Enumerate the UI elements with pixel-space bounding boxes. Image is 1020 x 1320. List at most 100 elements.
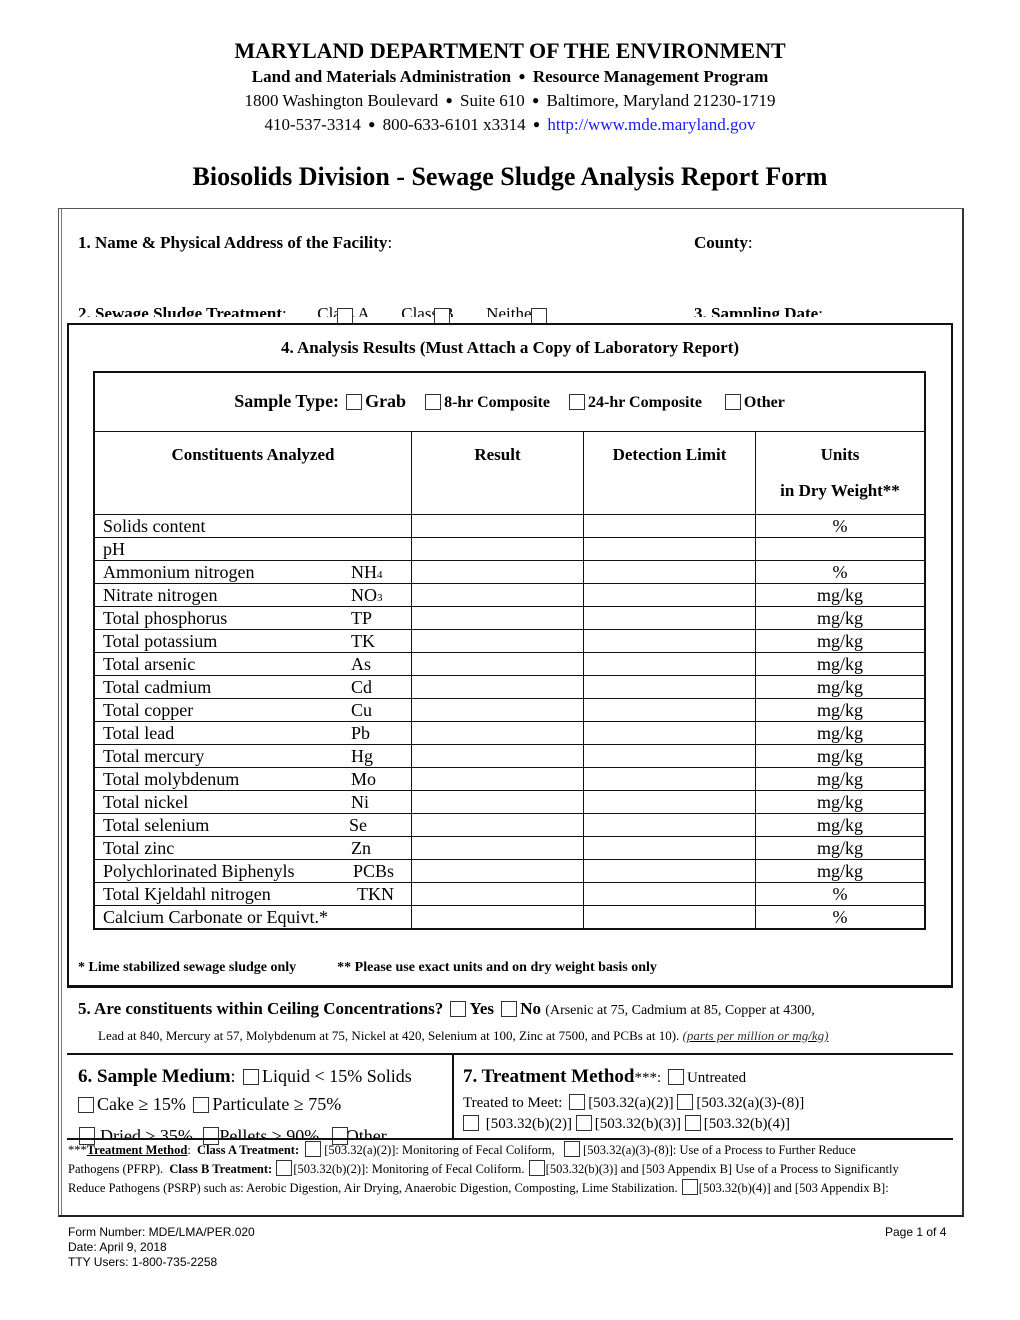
constituent-name: Total selenium: [103, 815, 210, 835]
particulate-checkbox[interactable]: [193, 1097, 210, 1113]
constituent-symbol: Cu: [351, 699, 372, 721]
result-input-cell[interactable]: [411, 790, 584, 814]
result-input-cell[interactable]: [411, 537, 584, 561]
result-input-cell[interactable]: [411, 767, 584, 791]
detection-limit-input-cell[interactable]: [583, 721, 756, 745]
result-input-cell[interactable]: [411, 583, 584, 607]
liquid-checkbox[interactable]: [243, 1069, 260, 1085]
class-a-a3-8-checkbox[interactable]: [564, 1141, 581, 1157]
facility-label: 1. Name & Physical Address of the Facili…: [78, 233, 388, 252]
result-input-cell[interactable]: [411, 859, 584, 883]
units-cell: mg/kg: [755, 813, 926, 837]
constituent-cell: Polychlorinated Biphenyls PCBs: [93, 859, 412, 883]
ceiling-limits-units: (parts per million or mg/kg): [682, 1028, 829, 1043]
result-input-cell[interactable]: [411, 675, 584, 699]
b4-checkbox[interactable]: [684, 1115, 701, 1131]
untreated-checkbox[interactable]: [667, 1069, 684, 1085]
class-b-b2-checkbox[interactable]: [276, 1160, 293, 1176]
cake-checkbox[interactable]: [78, 1097, 94, 1113]
result-input-cell[interactable]: [411, 882, 584, 906]
untreated-label: Untreated: [686, 1070, 747, 1086]
detection-limit-input-cell[interactable]: [583, 767, 756, 791]
b2-checkbox[interactable]: [463, 1115, 479, 1131]
column-divider: [452, 1054, 454, 1140]
other-checkbox[interactable]: [724, 394, 741, 410]
grab-checkbox[interactable]: [346, 394, 363, 410]
detection-limit-input-cell[interactable]: [583, 790, 756, 814]
symbol-subscript: 3: [377, 592, 383, 604]
result-input-cell[interactable]: [411, 514, 584, 538]
detection-limit-input-cell[interactable]: [583, 813, 756, 837]
constituent-name: Polychlorinated Biphenyls: [103, 861, 295, 881]
constituent-cell: Nitrate nitrogen NO3: [93, 583, 412, 609]
constituent-symbol: Hg: [351, 745, 373, 767]
class-b-b4-checkbox[interactable]: [681, 1179, 698, 1195]
constituent-cell: Total Kjeldahl nitrogen TKN: [93, 882, 412, 906]
a3-8-checkbox[interactable]: [677, 1094, 694, 1110]
8hr-composite-checkbox[interactable]: [425, 394, 442, 410]
option-a2: [503.32(a)(2)]: [588, 1095, 674, 1111]
units-cell: mg/kg: [755, 583, 926, 607]
page-number: Page 1 of 4: [885, 1225, 947, 1239]
facility-name-address-field[interactable]: 1. Name & Physical Address of the Facili…: [78, 233, 392, 253]
class-b-option2: [503.32(b)(3)] and [503 Appendix B] Use …: [545, 1162, 899, 1176]
sampling-date-field[interactable]: 3. Sampling Date:: [694, 299, 823, 317]
result-input-cell[interactable]: [411, 813, 584, 837]
detection-limit-input-cell[interactable]: [583, 859, 756, 883]
24hr-composite-checkbox[interactable]: [569, 394, 585, 410]
medium-liquid: Liquid < 15% Solids: [262, 1066, 412, 1086]
bullet-icon: ●: [532, 117, 541, 131]
result-input-cell[interactable]: [411, 560, 584, 584]
detection-limit-input-cell[interactable]: [583, 652, 756, 676]
detection-limit-input-cell[interactable]: [583, 537, 756, 561]
detection-limit-input-cell[interactable]: [583, 560, 756, 584]
detection-limit-input-cell[interactable]: [583, 583, 756, 607]
footnote-units: ** Please use exact units and on dry wei…: [337, 960, 657, 975]
detection-limit-input-cell[interactable]: [583, 836, 756, 860]
constituent-cell: pH: [93, 537, 412, 561]
result-input-cell[interactable]: [411, 721, 584, 745]
detection-limit-input-cell[interactable]: [583, 606, 756, 630]
sample-type-row: Sample Type: Grab 8-hr Composite 24-hr C…: [93, 371, 926, 432]
constituent-symbol: NO3: [351, 584, 383, 609]
result-input-cell[interactable]: [411, 606, 584, 630]
sample-type-cell: Sample Type: Grab 8-hr Composite 24-hr C…: [93, 371, 926, 432]
result-input-cell[interactable]: [411, 744, 584, 768]
detection-limit-input-cell[interactable]: [583, 698, 756, 722]
b3-checkbox[interactable]: [575, 1115, 592, 1131]
detection-limit-input-cell[interactable]: [583, 629, 756, 653]
detection-limit-input-cell[interactable]: [583, 882, 756, 906]
result-input-cell[interactable]: [411, 629, 584, 653]
website-link[interactable]: http://www.mde.maryland.gov: [547, 115, 755, 134]
symbol-text: PCBs: [353, 861, 395, 881]
detection-limit-input-cell[interactable]: [583, 744, 756, 768]
county-field[interactable]: County:: [694, 233, 753, 253]
address-street: 1800 Washington Boulevard: [244, 91, 439, 110]
treatment-notes-line1: ***Treatment Method: Class A Treatment: …: [68, 1141, 856, 1157]
units-cell: [755, 537, 926, 561]
ceiling-yes-checkbox[interactable]: [450, 1001, 467, 1017]
symbol-text: Hg: [351, 746, 373, 766]
result-input-cell[interactable]: [411, 836, 584, 860]
class-b-b3-checkbox[interactable]: [528, 1160, 545, 1176]
class-a-option1: [503.32(a)(2)]: Monitoring of Fecal Coli…: [324, 1143, 555, 1157]
constituent-name: Total lead: [103, 723, 175, 743]
detection-limit-input-cell[interactable]: [583, 905, 756, 930]
address-line: 1800 Washington Boulevard ● Suite 610 ● …: [0, 91, 1020, 111]
option-b4: [503.32(b)(4)]: [703, 1116, 790, 1132]
constituent-cell: Total mercury Hg: [93, 744, 412, 768]
symbol-text: Mo: [351, 769, 377, 789]
result-input-cell[interactable]: [411, 698, 584, 722]
constituent-name: Total cadmium: [103, 677, 212, 697]
constituent-name: Calcium Carbonate or Equivt.*: [103, 907, 328, 927]
result-input-cell[interactable]: [411, 652, 584, 676]
a2-checkbox[interactable]: [569, 1094, 586, 1110]
detection-limit-input-cell[interactable]: [583, 514, 756, 538]
result-input-cell[interactable]: [411, 905, 584, 930]
ceiling-no-checkbox[interactable]: [501, 1001, 518, 1017]
constituent-cell: Total cadmium Cd: [93, 675, 412, 699]
units-cell: mg/kg: [755, 629, 926, 653]
treatment-method-section: 7. Treatment Method***: Untreated: [463, 1066, 746, 1088]
detection-limit-input-cell[interactable]: [583, 675, 756, 699]
class-a-a2-checkbox[interactable]: [305, 1141, 322, 1157]
